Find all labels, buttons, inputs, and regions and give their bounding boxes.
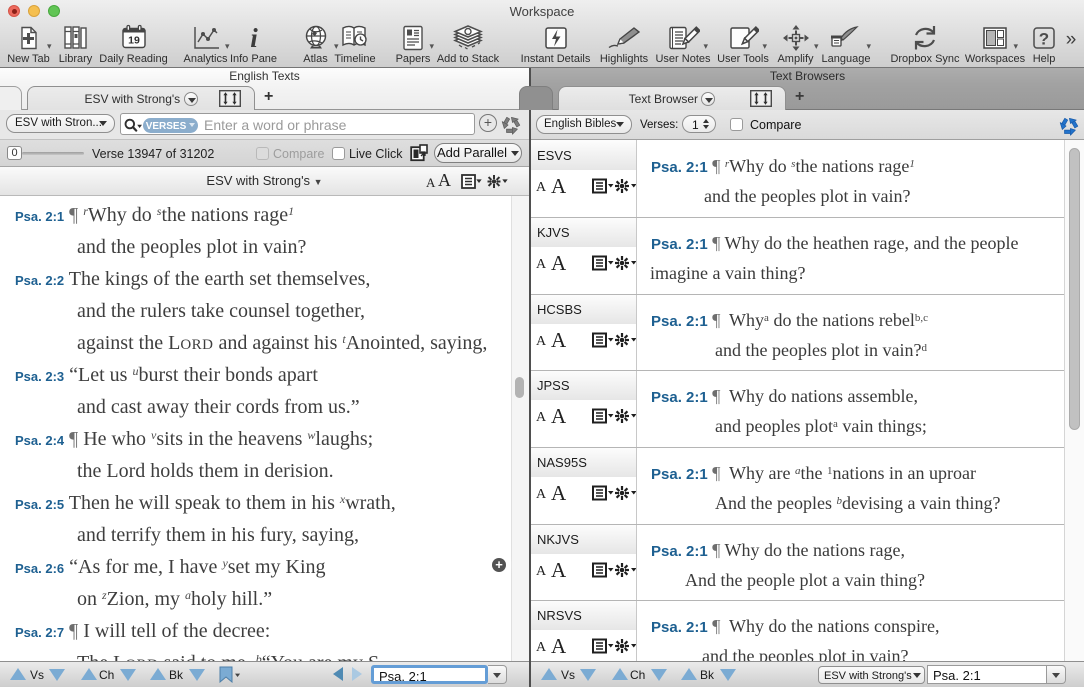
svg-text:?: ?: [1039, 30, 1049, 49]
svg-text:19: 19: [128, 35, 140, 47]
svg-text:i: i: [250, 24, 258, 52]
